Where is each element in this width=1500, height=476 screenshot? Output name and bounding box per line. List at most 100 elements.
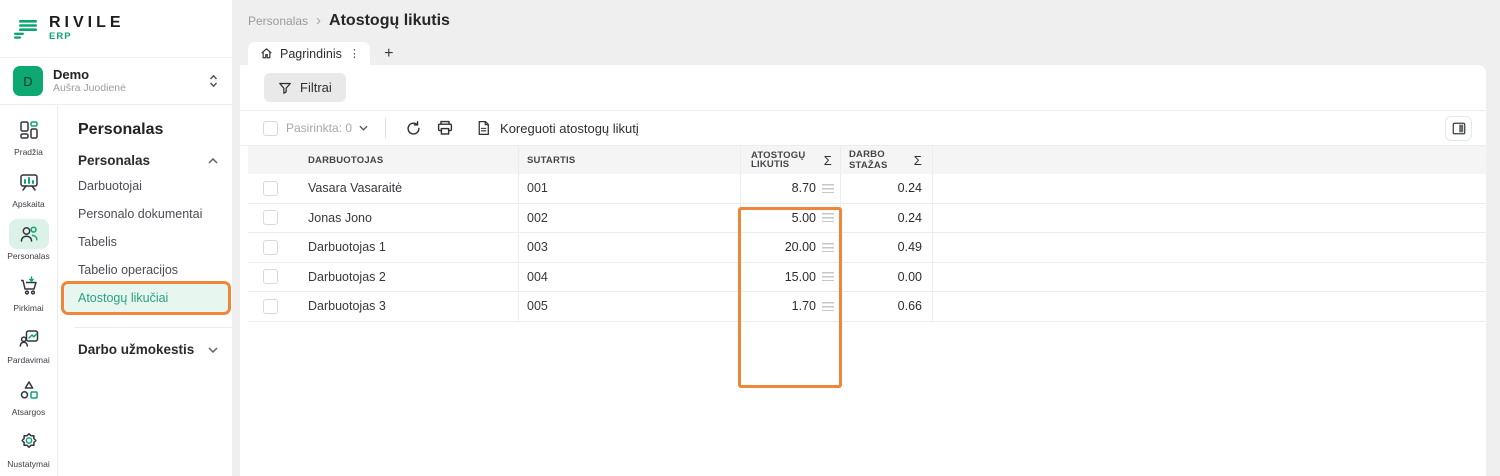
rail-item-apskaita[interactable]: Apskaita	[2, 165, 56, 215]
home-icon	[260, 47, 273, 60]
cell-tenure: 0.00	[898, 270, 922, 284]
row-checkbox[interactable]	[263, 299, 278, 314]
menu-group-darbo-uzmokestis[interactable]: Darbo užmokestis	[78, 342, 218, 357]
sum-icon[interactable]: Σ	[914, 153, 922, 168]
cell-tenure: 0.66	[898, 299, 922, 313]
dashboard-icon	[9, 115, 49, 145]
column-settings-button[interactable]	[1445, 116, 1472, 141]
breadcrumb: Personalas › Atostogų likutis	[240, 0, 1486, 42]
sum-icon[interactable]: Σ	[824, 153, 832, 168]
brand-name: RIVILE	[49, 15, 125, 31]
cell-employee: Darbuotojas 2	[308, 263, 519, 292]
sidebar-item-atostogu-likuciai[interactable]: Atostogų likučiai	[64, 284, 228, 312]
people-icon	[9, 219, 49, 249]
cell-contract: 002	[519, 204, 741, 233]
chevron-up-icon	[208, 158, 218, 164]
printer-icon	[436, 119, 454, 137]
cell-balance: 5.00	[792, 211, 816, 225]
table-row[interactable]: Vasara Vasaraitė 001 8.70 0.24	[248, 174, 1486, 204]
row-details-icon[interactable]	[822, 213, 834, 222]
sidebar-item-tabelio-operacijos[interactable]: Tabelio operacijos	[64, 256, 228, 284]
row-details-icon[interactable]	[822, 302, 834, 311]
account-switcher[interactable]: D Demo Aušra Juodienė	[0, 57, 232, 105]
rail-item-personalas[interactable]: Personalas	[2, 217, 56, 267]
row-details-icon[interactable]	[822, 184, 834, 193]
add-tab-button[interactable]: +	[376, 43, 402, 65]
refresh-icon	[405, 120, 422, 137]
breadcrumb-separator-icon: ›	[316, 15, 321, 27]
sidebar-item-darbuotojai[interactable]: Darbuotojai	[64, 172, 228, 200]
cell-tenure: 0.24	[898, 211, 922, 225]
chevron-down-icon	[208, 347, 218, 353]
cell-contract: 001	[519, 174, 741, 203]
shapes-icon	[9, 375, 49, 405]
rail-item-pradzia[interactable]: Pradžia	[2, 113, 56, 163]
table-row[interactable]: Darbuotojas 3 005 1.70 0.66	[248, 292, 1486, 322]
tab-pagrindinis[interactable]: Pagrindinis ⋮	[248, 42, 370, 65]
print-button[interactable]	[434, 117, 456, 139]
table-toolbar: Pasirinkta: 0	[240, 111, 1486, 146]
sales-icon	[9, 323, 49, 353]
refresh-button[interactable]	[402, 117, 424, 139]
select-arrows-icon	[209, 74, 218, 88]
page-title: Atostogų likutis	[329, 12, 450, 30]
row-details-icon[interactable]	[822, 243, 834, 252]
tab-bar: Pagrindinis ⋮ +	[240, 42, 1486, 65]
nav-rail: Pradžia Apskaita	[0, 105, 58, 476]
sidebar-item-tabelis[interactable]: Tabelis	[64, 228, 228, 256]
table-header-row: DARBUOTOJAS SUTARTIS ATOSTOGŲ LIKUTIS Σ …	[248, 146, 1486, 174]
chart-board-icon	[9, 167, 49, 197]
gear-icon	[9, 427, 49, 457]
header-balance[interactable]: ATOSTOGŲ LIKUTIS Σ	[741, 146, 841, 174]
rail-item-atsargos[interactable]: Atsargos	[2, 373, 56, 423]
row-checkbox[interactable]	[263, 240, 278, 255]
cell-balance: 8.70	[792, 181, 816, 195]
row-checkbox[interactable]	[263, 269, 278, 284]
rail-item-pirkimai[interactable]: Pirkimai	[2, 269, 56, 319]
adjust-balance-action[interactable]: Koreguoti atostogų likutį	[476, 120, 639, 136]
cell-tenure: 0.24	[898, 181, 922, 195]
cell-contract: 003	[519, 233, 741, 262]
account-company: Demo	[53, 67, 199, 82]
cell-employee: Darbuotojas 1	[308, 233, 519, 262]
filter-section: Filtrai	[240, 65, 1486, 111]
cell-tenure: 0.49	[898, 240, 922, 254]
row-details-icon[interactable]	[822, 272, 834, 281]
app-logo: RIVILE ERP	[0, 0, 232, 57]
table-row[interactable]: Darbuotojas 1 003 20.00 0.49	[248, 233, 1486, 263]
breadcrumb-parent[interactable]: Personalas	[248, 14, 308, 28]
account-user: Aušra Juodienė	[53, 82, 199, 95]
header-checkbox-cell	[248, 146, 308, 174]
selected-dropdown[interactable]: Pasirinkta: 0	[286, 121, 368, 135]
cell-employee: Darbuotojas 3	[308, 292, 519, 321]
main-area: Personalas › Atostogų likutis Pagrindini…	[240, 0, 1486, 476]
cell-employee: Jonas Jono	[308, 204, 519, 233]
table-row[interactable]: Darbuotojas 2 004 15.00 0.00	[248, 263, 1486, 293]
chevron-down-icon	[359, 125, 368, 131]
filter-funnel-icon	[278, 81, 292, 95]
cell-balance: 1.70	[792, 299, 816, 313]
cell-employee: Vasara Vasaraitė	[308, 174, 519, 203]
header-contract[interactable]: SUTARTIS	[519, 146, 741, 174]
cell-balance: 15.00	[785, 270, 816, 284]
columns-icon	[1451, 121, 1467, 136]
header-employee[interactable]: DARBUOTOJAS	[308, 146, 519, 174]
sidebar-item-personalo-dokumentai[interactable]: Personalo dokumentai	[64, 200, 228, 228]
select-all-checkbox[interactable]	[263, 121, 278, 136]
filters-button[interactable]: Filtrai	[264, 73, 346, 102]
rail-item-pardavimai[interactable]: Pardavimai	[2, 321, 56, 371]
row-checkbox[interactable]	[263, 210, 278, 225]
menu-group-personalas[interactable]: Personalas	[78, 153, 218, 168]
rivile-logo-icon	[13, 17, 39, 41]
module-menu: Personalas Personalas Darbuotojai Person…	[58, 105, 232, 476]
header-tenure[interactable]: DARBO STAŽAS Σ	[841, 146, 933, 174]
row-checkbox[interactable]	[263, 181, 278, 196]
table-row[interactable]: Jonas Jono 002 5.00 0.24	[248, 204, 1486, 234]
rail-item-nustatymai[interactable]: Nustatymai	[2, 425, 56, 475]
toolbar-divider	[385, 118, 386, 138]
tab-menu-icon[interactable]: ⋮	[349, 47, 360, 60]
cart-icon	[9, 271, 49, 301]
content-card: Filtrai Pasirinkta: 0	[240, 65, 1486, 476]
cell-balance: 20.00	[785, 240, 816, 254]
brand-product: ERP	[49, 31, 125, 42]
